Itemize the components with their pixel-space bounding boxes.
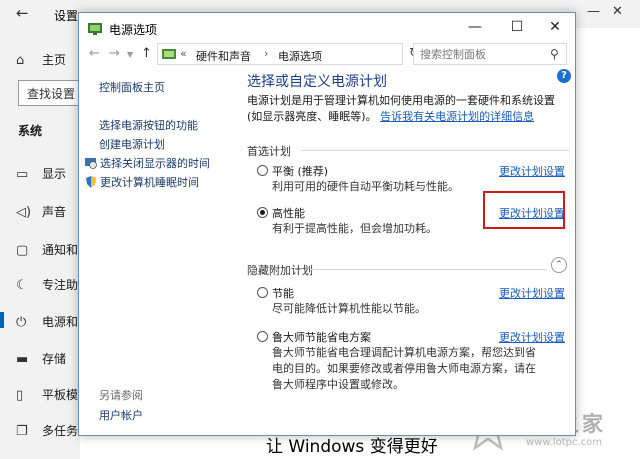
- page-heading: 选择或自定义电源计划: [247, 74, 387, 90]
- focus-assist-icon: ☾: [16, 278, 28, 293]
- breadcrumb-hardware-sound[interactable]: 硬件和声音: [196, 48, 251, 64]
- plan-description: 有利于提高性能，但会增加功耗。: [272, 222, 437, 235]
- close-icon[interactable]: ✕: [612, 4, 623, 19]
- minimize-icon[interactable]: —: [587, 4, 600, 19]
- settings-section-title: 系统: [18, 124, 43, 138]
- recent-pages-chevron-icon[interactable]: ▼: [127, 50, 133, 59]
- settings-item-power[interactable]: ⏻ 电源和: [16, 313, 78, 330]
- radio-button-selected[interactable]: [257, 207, 268, 218]
- settings-item-storage[interactable]: ▬ 存储: [16, 350, 66, 367]
- plan-description: 鲁大师节能省电合理调配计算机电源方案，帮您达到省电的目的。如果要修改或者停用鲁大…: [272, 346, 536, 391]
- plan-radio-high-performance[interactable]: 高性能: [257, 205, 305, 221]
- radio-button[interactable]: [257, 165, 268, 176]
- control-panel-home-link[interactable]: 控制面板主页: [99, 79, 165, 95]
- control-panel-search[interactable]: ⚲: [413, 43, 567, 65]
- change-plan-settings-link[interactable]: 更改计划设置: [499, 329, 565, 345]
- forward-arrow-icon[interactable]: →: [109, 46, 120, 61]
- search-input[interactable]: [420, 47, 544, 62]
- hidden-plans-label: 隐藏附加计划: [247, 264, 313, 277]
- up-arrow-icon[interactable]: ↑: [141, 46, 152, 61]
- close-icon[interactable]: ✕: [545, 19, 565, 35]
- back-arrow-icon[interactable]: ←: [16, 4, 29, 22]
- display-icon: ▭: [16, 167, 29, 182]
- plan-radio-ludashi[interactable]: 鲁大师节能省电方案: [257, 329, 371, 345]
- user-accounts-link[interactable]: 用户帐户: [99, 407, 143, 423]
- watermark-url: www.lotpc.com: [526, 437, 602, 448]
- power-button-link[interactable]: 选择电源按钮的功能: [99, 117, 198, 133]
- collapse-chevron-up-icon[interactable]: ⌃: [551, 257, 567, 273]
- back-arrow-icon[interactable]: ←: [89, 46, 100, 61]
- home-icon: ⌂: [16, 53, 25, 68]
- plan-radio-power-saver[interactable]: 节能: [257, 285, 294, 301]
- settings-search-box[interactable]: 查找设置: [18, 80, 80, 106]
- settings-item-display[interactable]: ▭ 显示: [16, 165, 66, 182]
- sleep-time-link[interactable]: 更改计算机睡眠时间: [85, 174, 199, 190]
- control-panel-icon: [162, 49, 176, 59]
- settings-home[interactable]: ⌂ 主页: [16, 51, 66, 68]
- shield-icon: [86, 176, 96, 188]
- divider: [311, 269, 547, 270]
- settings-item-sound[interactable]: ◁) 声音: [16, 203, 66, 220]
- settings-title: 设置: [54, 9, 79, 23]
- breadcrumb-power-options[interactable]: 电源选项: [278, 48, 322, 64]
- divider: [301, 150, 569, 151]
- monitor-clock-icon: [85, 158, 97, 169]
- radio-button[interactable]: [257, 287, 268, 298]
- page-description: 电源计划是用于管理计算机如何使用电源的一套硬件和系统设置(如显示器亮度、睡眠等)…: [247, 94, 555, 123]
- radio-button[interactable]: [257, 331, 268, 342]
- see-also-label: 另请参阅: [99, 389, 143, 402]
- address-bar[interactable]: « 硬件和声音 › 电源选项 ∨: [157, 43, 465, 65]
- settings-item-notifications[interactable]: ▢ 通知和: [16, 241, 78, 258]
- change-plan-settings-link[interactable]: 更改计划设置: [499, 285, 565, 301]
- maximize-icon[interactable]: ☐: [507, 19, 527, 35]
- plan-description: 利用可用的硬件自动平衡功耗与性能。: [272, 180, 459, 193]
- active-indicator: [0, 312, 4, 328]
- left-pane: 控制面板主页 选择电源按钮的功能 创建电源计划 选择关闭显示器的时间 更改计算机…: [79, 71, 229, 435]
- breadcrumb-separator: ›: [264, 47, 269, 60]
- search-icon[interactable]: ⚲: [550, 47, 559, 61]
- address-row: ← → ▼ ↑ « 硬件和声音 › 电源选项 ∨ ↻ ⚲: [79, 43, 575, 67]
- power-icon: ⏻: [16, 315, 27, 330]
- minimize-icon[interactable]: —: [465, 19, 485, 35]
- display-off-link[interactable]: 选择关闭显示器的时间: [85, 155, 210, 171]
- sound-icon: ◁): [16, 205, 32, 220]
- create-plan-link[interactable]: 创建电源计划: [99, 136, 165, 152]
- power-options-window: 电源选项 — ☐ ✕ ← → ▼ ↑ « 硬件和声音 › 电源选项 ∨ ↻ ⚲ …: [78, 12, 576, 436]
- power-options-app-icon: [88, 23, 102, 35]
- main-pane: 选择或自定义电源计划 电源计划是用于管理计算机如何使用电源的一套硬件和系统设置(…: [247, 71, 571, 435]
- notification-icon: ▢: [16, 243, 29, 258]
- storage-icon: ▬: [16, 352, 29, 367]
- tablet-icon: ▯: [16, 388, 24, 403]
- power-titlebar: 电源选项 — ☐ ✕: [79, 13, 575, 43]
- change-plan-settings-link[interactable]: 更改计划设置: [499, 163, 565, 179]
- settings-item-multitask[interactable]: ❐ 多任务: [16, 422, 78, 439]
- learn-more-link[interactable]: 告诉我有关电源计划的详细信息: [380, 110, 534, 123]
- plan-radio-balanced[interactable]: 平衡 (推荐): [257, 163, 328, 179]
- multitask-icon: ❐: [16, 424, 28, 439]
- preferred-plans-label: 首选计划: [247, 145, 291, 158]
- breadcrumb-overflow[interactable]: «: [180, 47, 187, 60]
- plan-description: 尽可能降低计算机性能以节能。: [272, 302, 426, 315]
- power-window-title: 电源选项: [109, 23, 158, 37]
- red-highlight-box: [483, 191, 565, 229]
